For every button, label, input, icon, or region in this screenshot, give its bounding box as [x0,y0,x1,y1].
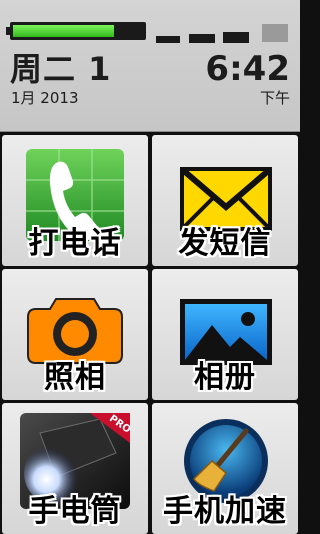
flashlight-label: 手电筒 [28,494,122,529]
clock-time: 6:42 [205,49,290,89]
am-pm-indicator: 下午 [259,89,290,107]
battery-icon [6,22,146,40]
booster-tile[interactable]: 手机加速 [152,403,298,534]
gallery-tile[interactable]: 相册 [152,269,298,400]
sms-tile[interactable]: 发短信 [152,135,298,266]
call-label: 打电话 [28,226,122,261]
month-year: 1月 2013 [11,89,79,107]
flashlight-tile[interactable]: PRO 手电筒 [2,403,148,534]
status-clock-header: 周二 1 1月 2013 6:42 下午 [0,0,300,132]
weekday-date: 周二 1 [10,50,112,88]
booster-label: 手机加速 [163,494,287,529]
call-tile[interactable]: 打电话 [2,135,148,266]
camera-label: 照相 [44,360,106,395]
gallery-label: 相册 [194,360,256,395]
sms-label: 发短信 [178,226,272,261]
camera-tile[interactable]: 照相 [2,269,148,400]
